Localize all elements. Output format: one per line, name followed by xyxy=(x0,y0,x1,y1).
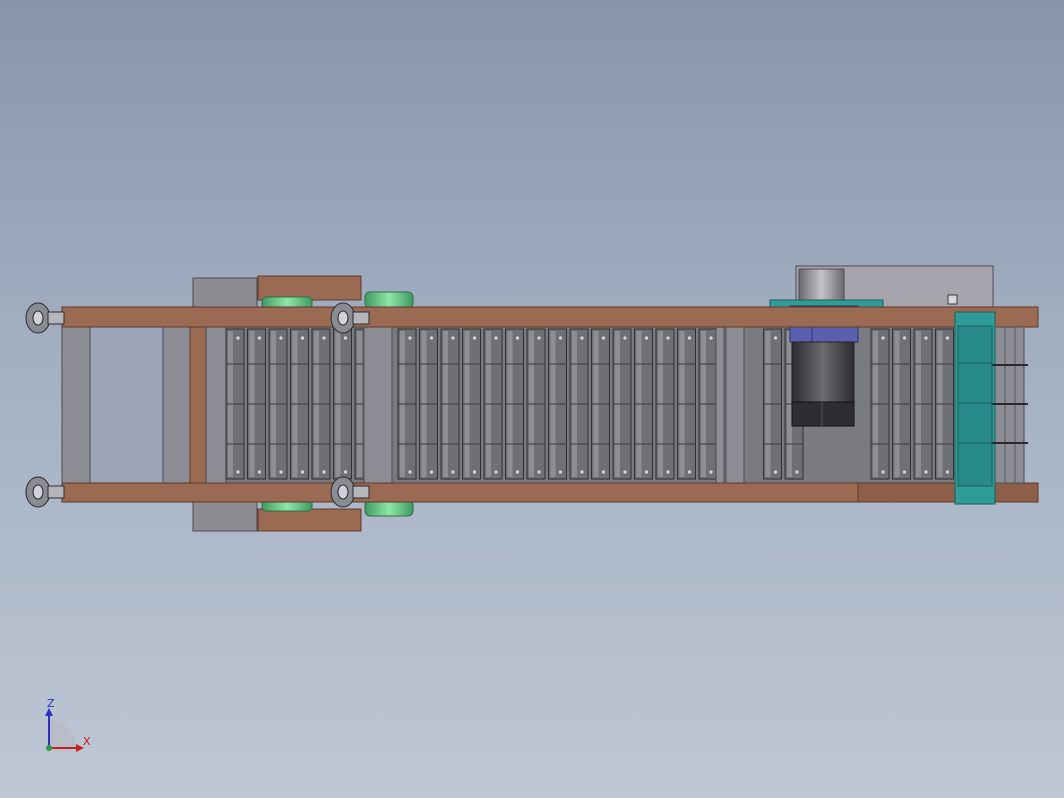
conveyor-slat xyxy=(634,328,653,480)
leveling-foot xyxy=(25,302,65,334)
x-axis-label: X xyxy=(83,735,91,748)
leveling-foot xyxy=(25,476,65,508)
conveyor-slat xyxy=(763,328,782,480)
conveyor-slat xyxy=(462,328,481,480)
conveyor-slat xyxy=(397,328,417,480)
head-end-bracket[interactable] xyxy=(954,311,1028,505)
conveyor-slat xyxy=(698,328,718,480)
conveyor-model[interactable] xyxy=(0,0,1064,798)
conveyor-slat xyxy=(225,328,245,480)
conveyor-slat xyxy=(311,328,331,480)
axis-triad: Z X xyxy=(36,696,106,756)
conveyor-slat xyxy=(333,328,352,480)
conveyor-slat xyxy=(677,328,696,480)
conveyor-slat xyxy=(913,328,933,480)
conveyor-slat xyxy=(247,328,266,480)
conveyor-slat xyxy=(505,328,524,480)
conveyor-slat xyxy=(655,328,675,480)
conveyor-slat xyxy=(440,328,460,480)
cad-graphics-viewport[interactable]: Z X xyxy=(0,0,1064,798)
conveyor-slat xyxy=(935,328,954,480)
conveyor-slat xyxy=(290,328,309,480)
conveyor-slat xyxy=(548,328,567,480)
conveyor-slat xyxy=(591,328,610,480)
motor-housing[interactable] xyxy=(769,265,994,309)
conveyor-slat xyxy=(419,328,438,480)
z-axis-label: Z xyxy=(47,697,55,710)
conveyor-slat xyxy=(526,328,546,480)
conveyor-slat xyxy=(483,328,503,480)
conveyor-slat xyxy=(268,328,288,480)
conveyor-slat xyxy=(870,328,890,480)
conveyor-slat xyxy=(612,328,632,480)
conveyor-slat xyxy=(569,328,589,480)
conveyor-slat xyxy=(892,328,911,480)
